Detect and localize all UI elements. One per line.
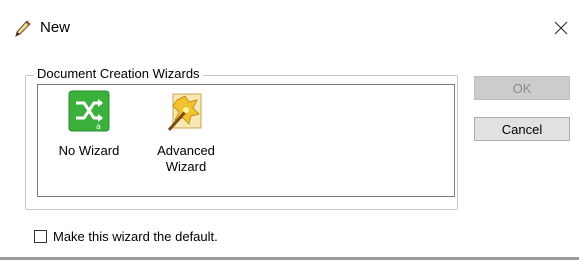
ok-button[interactable]: OK [474, 76, 570, 100]
wizard-item-label-line1: Advanced [157, 143, 215, 158]
groupbox-label: Document Creation Wizards [34, 66, 203, 81]
svg-text:a: a [96, 122, 101, 131]
default-checkbox[interactable] [34, 229, 47, 243]
cancel-button[interactable]: Cancel [474, 117, 570, 141]
default-checkbox-row[interactable]: Make this wizard the default. [34, 227, 218, 245]
wizard-item-label: Advanced Wizard [141, 143, 231, 175]
window-title: New [40, 19, 71, 36]
wizard-item-advanced-wizard[interactable]: Advanced Wizard [141, 85, 231, 195]
pencil-icon [12, 19, 32, 39]
title-bar: New [0, 0, 579, 50]
close-button[interactable] [548, 14, 574, 42]
wizard-item-no-wizard[interactable]: a No Wizard [44, 85, 134, 195]
close-icon [554, 21, 568, 35]
magic-wand-icon [165, 90, 207, 132]
new-dialog: New Document Creation Wizards a No Wizar… [0, 0, 579, 260]
wizard-list[interactable]: a No Wizard Advanced Wizard [37, 84, 455, 197]
default-checkbox-label: Make this wizard the default. [53, 228, 218, 244]
wizard-item-label: No Wizard [58, 143, 120, 158]
wizard-item-label-line2: Wizard [165, 159, 207, 174]
no-wizard-icon: a [68, 90, 110, 132]
